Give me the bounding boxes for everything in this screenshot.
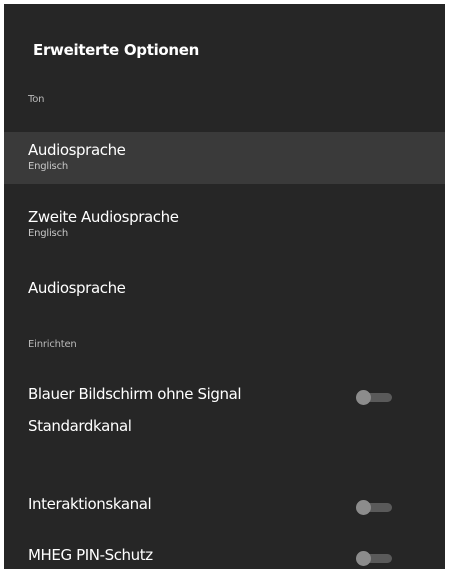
- toggle-knob: [356, 551, 371, 566]
- menu-item-title: MHEG PIN-Schutz: [28, 546, 153, 564]
- advanced-options-panel: Erweiterte Optionen Ton Audiosprache Eng…: [4, 4, 445, 569]
- menu-item-title: Audiosprache: [28, 141, 126, 159]
- menu-item-title: Standardkanal: [28, 417, 132, 435]
- menu-item-audiosprache-2[interactable]: Audiosprache: [4, 270, 445, 310]
- menu-item-value: Englisch: [28, 228, 69, 239]
- menu-item-audiosprache[interactable]: Audiosprache Englisch: [4, 132, 445, 184]
- toggle-switch[interactable]: [356, 390, 392, 405]
- toggle-switch[interactable]: [356, 500, 392, 515]
- menu-item-mheg-pin-schutz[interactable]: MHEG PIN-Schutz: [4, 540, 445, 569]
- panel-title: Erweiterte Optionen: [33, 41, 200, 59]
- toggle-knob: [356, 390, 371, 405]
- menu-item-title: Audiosprache: [28, 279, 126, 297]
- section-header-ton: Ton: [28, 94, 45, 105]
- menu-item-title: Blauer Bildschirm ohne Signal: [28, 385, 242, 403]
- section-header-einrichten: Einrichten: [28, 339, 77, 350]
- menu-item-title: Interaktionskanal: [28, 495, 152, 513]
- menu-item-interaktionskanal[interactable]: Interaktionskanal: [4, 488, 445, 528]
- menu-item-zweite-audiosprache[interactable]: Zweite Audiosprache Englisch: [4, 200, 445, 252]
- menu-item-title: Zweite Audiosprache: [28, 208, 179, 226]
- toggle-knob: [356, 500, 371, 515]
- toggle-switch[interactable]: [356, 551, 392, 566]
- menu-item-value: Englisch: [28, 161, 69, 172]
- menu-item-standardkanal[interactable]: Standardkanal: [4, 408, 445, 448]
